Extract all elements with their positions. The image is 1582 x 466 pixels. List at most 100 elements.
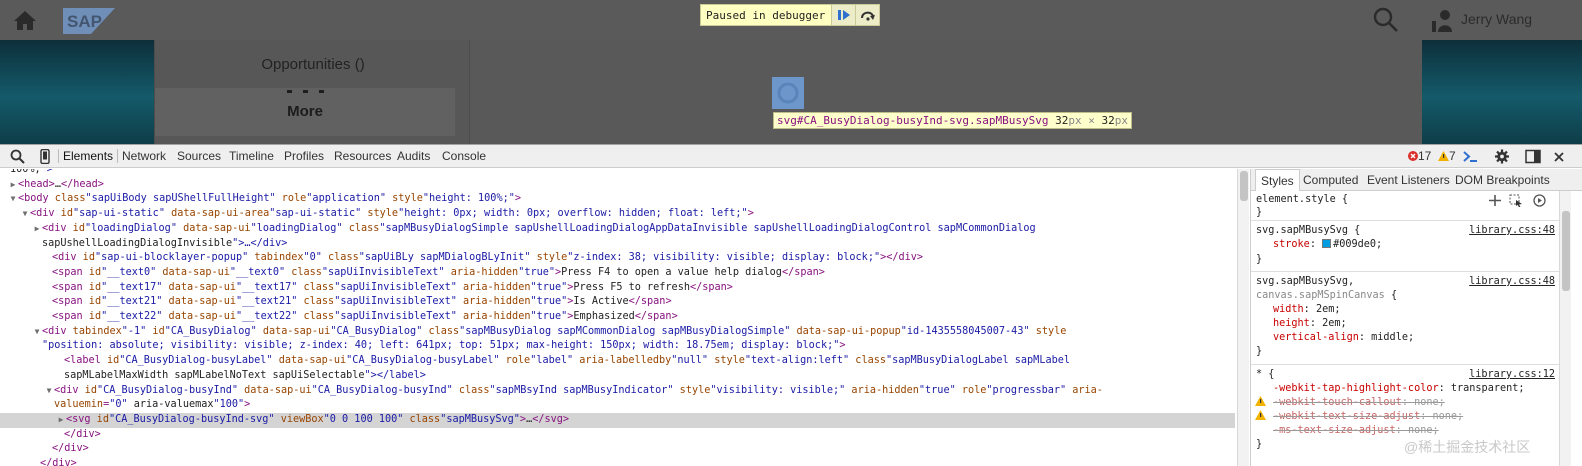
right-shell-panel [1422, 40, 1582, 144]
close-icon[interactable] [1553, 149, 1569, 164]
style-property[interactable]: vertical-align: middle; [1273, 331, 1414, 345]
dom-node[interactable]: <span id"__text22" data-sap-ui"__text22"… [0, 310, 1235, 325]
property-value: transparent; [1450, 383, 1525, 394]
dom-node-markup: <span id"__text21" data-sap-ui"__text21"… [52, 296, 672, 308]
step-over-icon [860, 11, 875, 21]
dom-node[interactable]: ▼ <div tabindex"-1" id"CA_BusyDialog" dat… [0, 325, 1235, 340]
more-button[interactable]: More [155, 88, 455, 136]
dom-node[interactable]: ▼ <body class"sapUiBody sapUShellFullHeig… [0, 192, 1235, 207]
unmatched-selector: canvas.sapMSpinCanvas [1256, 290, 1385, 301]
dom-tree-scrollbar[interactable] [1237, 169, 1249, 466]
style-property-invalid[interactable]: -webkit-text-size-adjust: none; [1273, 410, 1463, 424]
dom-node[interactable]: <span id"__text0" data-sap-ui"__text0" c… [0, 266, 1235, 281]
open-brace: { [1384, 290, 1398, 301]
collapse-triangle-icon[interactable]: ▼ [44, 384, 54, 399]
dom-node[interactable]: ▼ <div id"CA_BusyDialog-busyInd" data-sap… [0, 384, 1235, 399]
expand-triangle-icon[interactable]: ▶ [32, 222, 42, 237]
tab-console[interactable]: Console [442, 149, 486, 163]
tab-audits[interactable]: Audits [397, 149, 430, 163]
dock-side-icon[interactable] [1525, 149, 1541, 164]
dom-node[interactable]: <div id"sap-ui-blocklayer-popup" tabinde… [0, 251, 1235, 266]
scrollbar-thumb[interactable] [1562, 211, 1570, 291]
style-property[interactable]: height: 2em; [1273, 317, 1347, 331]
style-property-invalid[interactable]: -ms-text-size-adjust: none; [1273, 424, 1439, 438]
collapse-triangle-icon[interactable]: ▼ [20, 207, 30, 222]
dom-node[interactable]: </div> [0, 457, 1235, 466]
dom-node-markup: sapMLabelMaxWidth sapMLabelNoText sapUiS… [64, 369, 426, 381]
element-style-rule[interactable]: element.style { } [1251, 191, 1559, 221]
opportunities-tile[interactable]: Opportunities () More [154, 40, 470, 144]
rule-source-link[interactable]: library.css:12 [1469, 368, 1555, 382]
tab-computed[interactable]: Computed [1303, 173, 1358, 187]
dom-node[interactable]: valuemin="0" aria-valuemax"100"> [0, 398, 1235, 413]
dom-node[interactable]: sapMLabelMaxWidth sapMLabelNoText sapUiS… [0, 369, 1235, 384]
style-property-invalid[interactable]: -webkit-touch-callout: none; [1273, 396, 1445, 410]
tab-event-listeners[interactable]: Event Listeners [1367, 173, 1450, 187]
color-swatch[interactable] [1322, 239, 1332, 248]
dom-node-selected[interactable]: ▶ <svg id"CA_BusyDialog-busyInd-svg" view… [0, 412, 1235, 428]
resume-button[interactable] [831, 5, 856, 25]
error-counter[interactable]: 17 [1408, 149, 1431, 163]
dom-node[interactable]: <label id"CA_BusyDialog-busyLabel" data-… [0, 354, 1235, 369]
dom-node[interactable]: sapUshellLoadingDialogInvisible">…</div> [0, 237, 1235, 252]
device-mode-icon[interactable] [37, 148, 53, 165]
devtools-panel: Elements Network Sources Timeline Profil… [0, 144, 1582, 466]
expand-triangle-icon[interactable]: ▶ [56, 413, 66, 428]
tab-styles[interactable]: Styles [1255, 169, 1300, 191]
dom-node[interactable]: </div> [0, 428, 1235, 443]
collapse-triangle-icon[interactable]: ▼ [8, 192, 18, 207]
search-icon[interactable] [10, 149, 26, 164]
dom-node[interactable]: <span id"__text21" data-sap-ui"__text21"… [0, 295, 1235, 310]
tab-resources[interactable]: Resources [334, 149, 391, 163]
new-style-rule-icon[interactable] [1489, 195, 1501, 206]
rule-source-link[interactable]: library.css:48 [1469, 224, 1555, 238]
toolbar-separator [58, 149, 59, 163]
dom-tree[interactable]: 100%;"> ▶ <head>…</head> ▼ <body class"sapUi… [0, 169, 1235, 466]
close-brace: } [1256, 346, 1263, 357]
tile-title: Opportunities () [261, 56, 365, 73]
dom-node-markup: <div id"CA_BusyDialog-busyInd" data-sap-… [54, 384, 1103, 396]
tab-sources[interactable]: Sources [177, 149, 221, 163]
tab-dom-breakpoints[interactable]: DOM Breakpoints [1455, 173, 1550, 187]
tooltip-unit-w: px [1068, 114, 1082, 127]
style-property[interactable]: stroke: #009de0; [1273, 238, 1382, 252]
warning-counter[interactable]: 7 [1438, 149, 1456, 163]
user-name[interactable]: Jerry Wang [1461, 11, 1532, 27]
toggle-element-state-icon[interactable] [1509, 194, 1523, 207]
styles-scrollbar[interactable] [1559, 191, 1571, 466]
tab-timeline[interactable]: Timeline [229, 149, 274, 163]
animation-icon[interactable] [1533, 194, 1546, 207]
user-icon[interactable] [1432, 9, 1454, 33]
style-property[interactable]: -webkit-tap-highlight-color: transparent… [1273, 382, 1525, 396]
tab-network[interactable]: Network [122, 149, 166, 163]
dom-node[interactable]: ▼ <div id"sap-ui-static" data-sap-ui-area… [0, 207, 1235, 222]
expand-triangle-icon[interactable]: ▶ [8, 178, 18, 193]
dom-node[interactable]: 100%;"> [0, 169, 1235, 178]
console-drawer-icon[interactable] [1462, 149, 1478, 164]
tab-elements[interactable]: Elements [63, 149, 113, 163]
collapse-triangle-icon[interactable]: ▼ [32, 325, 42, 340]
rule-selector: svg.sapMBusySvg, [1256, 276, 1355, 287]
dom-node[interactable]: ▶ <head>…</head> [0, 178, 1235, 193]
dom-node[interactable]: <span id"__text17" data-sap-ui"__text17"… [0, 281, 1235, 296]
rule-source-link[interactable]: library.css:48 [1469, 275, 1555, 289]
home-icon[interactable] [12, 8, 38, 32]
tab-profiles[interactable]: Profiles [284, 149, 324, 163]
dom-node-markup: "position: absolute; visibility: visible… [42, 340, 846, 352]
gear-icon[interactable] [1494, 149, 1510, 164]
inspected-page: SAP Jerry Wang Opportunities () More Pau… [0, 0, 1582, 144]
property-value: 2em; [1315, 304, 1341, 315]
sap-logo[interactable]: SAP [63, 8, 115, 34]
style-rule-sapmbusysvg[interactable]: svg.sapMBusySvg { library.css:48 stroke:… [1251, 222, 1559, 272]
dom-node[interactable]: "position: absolute; visibility: visible… [0, 339, 1235, 354]
scrollbar-thumb[interactable] [1240, 171, 1248, 201]
style-rule-sapmbusysvg-spincanvas[interactable]: svg.sapMBusySvg, library.css:48 canvas.s… [1251, 273, 1559, 365]
search-icon[interactable] [1373, 7, 1399, 33]
dom-node[interactable]: </div> [0, 442, 1235, 457]
step-over-button[interactable] [855, 5, 880, 25]
dom-node[interactable]: ▶ <div id"loadingDialog" data-sap-ui"load… [0, 222, 1235, 237]
style-property[interactable]: width: 2em; [1273, 303, 1341, 317]
